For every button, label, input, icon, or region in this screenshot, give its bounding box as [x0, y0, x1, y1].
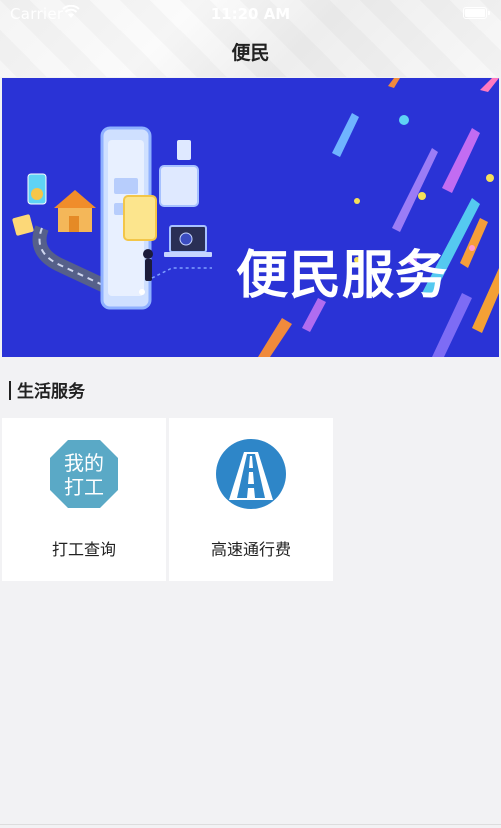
my-work-icon: 我的 打工 [50, 440, 118, 508]
service-label: 高速通行费 [210, 540, 291, 559]
battery-icon [463, 7, 490, 19]
my-work-icon-line2: 打工 [64, 475, 104, 499]
service-card-work-query[interactable]: 我的 打工 打工查询 [2, 418, 166, 581]
bottom-divider [0, 824, 501, 825]
banner-illustration [12, 78, 499, 357]
section-title-label: 生活服务 [17, 382, 85, 402]
section-bar [9, 381, 11, 400]
section-title: 生活服务 [9, 377, 85, 402]
banner-title: 便民服务 [236, 246, 449, 306]
highway-toll-icon [216, 439, 286, 509]
service-label: 打工查询 [51, 540, 116, 559]
my-work-icon-line1: 我的 [64, 451, 104, 475]
banner[interactable]: 便民服务 [2, 78, 499, 357]
status-time: 11:20 AM [210, 5, 291, 23]
status-bar: Carrier 11:20 AM [0, 0, 501, 28]
page-title: 便民 [231, 42, 270, 64]
navigation-bar: Carrier 11:20 AM 便民 [0, 0, 501, 77]
service-card-highway-toll[interactable]: 高速通行费 [169, 418, 333, 581]
